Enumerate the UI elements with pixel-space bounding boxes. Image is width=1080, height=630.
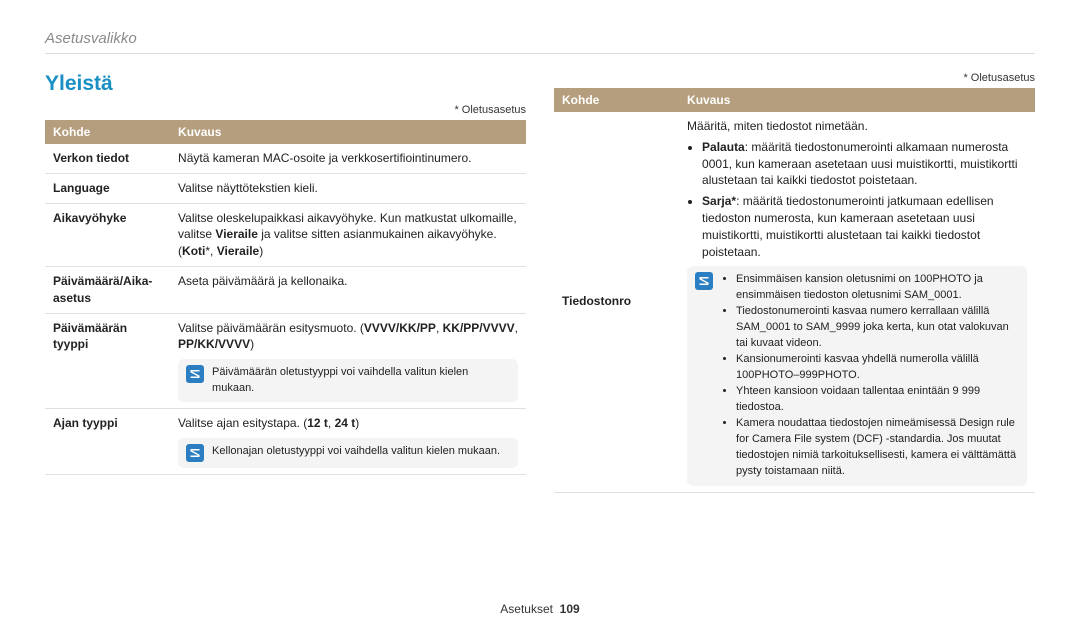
row-kuvaus: Valitse ajan esitystapa. (12 t, 24 t) Ke…: [170, 408, 526, 474]
row-kuvaus: Näytä kameran MAC-osoite ja verkkosertif…: [170, 144, 526, 173]
info-icon: [695, 272, 713, 290]
row-kohde: Aikavyöhyke: [45, 203, 170, 266]
list-item: Kansionumerointi kasvaa yhdellä numeroll…: [736, 352, 1019, 384]
list-item: Kamera noudattaa tiedostojen nimeämisess…: [736, 416, 1019, 480]
info-note-large: Ensimmäisen kansion oletusnimi on 100PHO…: [687, 266, 1027, 485]
default-note-right: * Oletusasetus: [554, 72, 1035, 84]
page-number: 109: [560, 602, 580, 616]
settings-table-left: Kohde Kuvaus Verkon tiedot Näytä kameran…: [45, 120, 526, 475]
list-item: Yhteen kansioon voidaan tallentaa enintä…: [736, 384, 1019, 416]
row-kohde: Tiedostonro: [554, 112, 679, 492]
intro-text: Määritä, miten tiedostot nimetään.: [687, 118, 1027, 135]
row-kohde: Verkon tiedot: [45, 144, 170, 173]
list-item: Tiedostonumerointi kasvaa numero kerrall…: [736, 304, 1019, 352]
right-column: * Oletusasetus Kohde Kuvaus Tiedostonro …: [554, 72, 1035, 493]
table-row: Aikavyöhyke Valitse oleskelupaikkasi aik…: [45, 203, 526, 266]
th-kuvaus: Kuvaus: [679, 88, 1035, 112]
table-row: Ajan tyyppi Valitse ajan esitystapa. (12…: [45, 408, 526, 474]
row-kohde: Ajan tyyppi: [45, 408, 170, 474]
left-column: Yleistä * Oletusasetus Kohde Kuvaus Verk…: [45, 72, 526, 493]
info-note: Kellonajan oletustyyppi voi vaihdella va…: [178, 438, 518, 468]
list-item: Palauta: määritä tiedostonumerointi alka…: [702, 139, 1027, 189]
row-kohde: Language: [45, 173, 170, 203]
table-row: Tiedostonro Määritä, miten tiedostot nim…: [554, 112, 1035, 492]
table-row: Päivämäärän tyyppi Valitse päivämäärän e…: [45, 313, 526, 408]
row-kuvaus: Aseta päivämäärä ja kellonaika.: [170, 266, 526, 313]
footer-label: Asetukset: [500, 602, 553, 616]
info-icon: [186, 365, 204, 383]
th-kuvaus: Kuvaus: [170, 120, 526, 144]
settings-table-right: Kohde Kuvaus Tiedostonro Määritä, miten …: [554, 88, 1035, 493]
section-title: Yleistä: [45, 72, 526, 96]
row-kuvaus: Määritä, miten tiedostot nimetään. Palau…: [679, 112, 1035, 492]
content-columns: Yleistä * Oletusasetus Kohde Kuvaus Verk…: [45, 72, 1035, 493]
table-row: Verkon tiedot Näytä kameran MAC-osoite j…: [45, 144, 526, 173]
list-item: Ensimmäisen kansion oletusnimi on 100PHO…: [736, 272, 1019, 304]
row-kuvaus: Valitse päivämäärän esitysmuoto. (VVVV/K…: [170, 313, 526, 408]
description-list: Palauta: määritä tiedostonumerointi alka…: [687, 139, 1027, 261]
info-note: Päivämäärän oletustyyppi voi vaihdella v…: [178, 359, 518, 402]
th-kohde: Kohde: [554, 88, 679, 112]
info-icon: [186, 444, 204, 462]
info-list: Ensimmäisen kansion oletusnimi on 100PHO…: [721, 272, 1019, 479]
info-text: Päivämäärän oletustyyppi voi vaihdella v…: [212, 365, 510, 396]
row-kohde: Päivämäärän tyyppi: [45, 313, 170, 408]
row-kuvaus: Valitse oleskelupaikkasi aikavyöhyke. Ku…: [170, 203, 526, 266]
row-kohde: Päivämäärä/Aika-asetus: [45, 266, 170, 313]
table-row: Language Valitse näyttötekstien kieli.: [45, 173, 526, 203]
page-footer: Asetukset 109: [0, 602, 1080, 616]
table-row: Päivämäärä/Aika-asetus Aseta päivämäärä …: [45, 266, 526, 313]
row-kuvaus: Valitse näyttötekstien kieli.: [170, 173, 526, 203]
breadcrumb: Asetusvalikko: [45, 30, 1035, 54]
info-text: Kellonajan oletustyyppi voi vaihdella va…: [212, 444, 500, 459]
list-item: Sarja*: määritä tiedostonumerointi jatku…: [702, 193, 1027, 260]
th-kohde: Kohde: [45, 120, 170, 144]
default-note-left: * Oletusasetus: [45, 104, 526, 116]
